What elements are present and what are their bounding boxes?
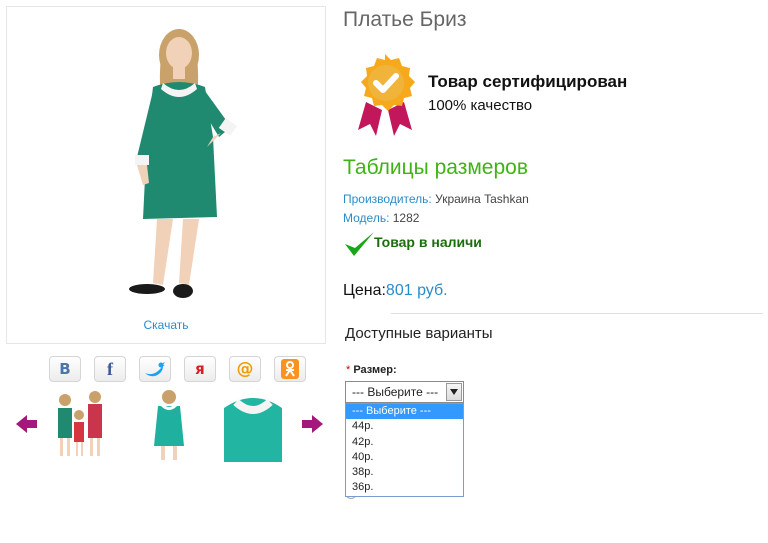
manufacturer-label[interactable]: Производитель: — [343, 192, 432, 206]
price-label: Цена: — [343, 282, 386, 299]
dress-model-image — [129, 29, 238, 298]
size-option[interactable]: 38р. — [346, 465, 463, 480]
size-option[interactable]: 44р. — [346, 419, 463, 434]
yaru-share-button[interactable]: я — [184, 356, 216, 382]
stock-status: Товар в наличи — [374, 234, 482, 250]
facebook-icon: f — [107, 358, 113, 379]
thumbs-next-arrow-icon[interactable] — [301, 412, 325, 436]
size-dropdown-list: --- Выберите --- 44р. 42р. 40р. 38р. 36р… — [345, 403, 464, 497]
size-label-text: Размер: — [353, 364, 397, 376]
size-option[interactable]: 40р. — [346, 450, 463, 465]
size-select-value: --- Выберите --- — [352, 385, 439, 399]
vk-icon: В — [59, 360, 71, 378]
product-main-image[interactable]: Скачать — [6, 6, 326, 344]
required-mark: * — [346, 364, 351, 376]
model-value: 1282 — [392, 211, 420, 225]
size-table-link[interactable]: Таблицы размеров — [343, 156, 528, 180]
manufacturer-value: Украина Tashkan — [435, 192, 529, 206]
model-label: Модель: — [343, 211, 390, 225]
size-option[interactable]: 42р. — [346, 435, 463, 450]
mailru-icon: @ — [236, 359, 254, 379]
size-select[interactable]: --- Выберите --- — [345, 381, 464, 403]
chevron-down-icon[interactable] — [446, 383, 462, 401]
manufacturer-row: Производитель: Украина Tashkan — [343, 192, 529, 206]
certificate-badge-icon — [352, 52, 418, 143]
model-row: Модель: 1282 — [343, 211, 419, 225]
twitter-icon — [145, 362, 165, 377]
size-label: * Размер: — [346, 364, 397, 376]
thumbnail-group-photo[interactable] — [52, 388, 110, 462]
price-value: 801 руб. — [385, 282, 448, 299]
download-link[interactable]: Скачать — [7, 318, 325, 332]
product-title: Платье Бриз — [343, 8, 467, 31]
certificate-title: Товар сертифицирован — [428, 72, 628, 91]
checkmark-icon — [343, 230, 375, 263]
vk-share-button[interactable]: В — [49, 356, 81, 382]
odnoklassniki-icon — [281, 359, 299, 379]
options-title: Доступные варианты — [345, 325, 493, 342]
price-row: Цена:801 руб. — [343, 282, 448, 300]
certificate-subtitle: 100% качество — [428, 97, 533, 114]
thumbnail-dress-front[interactable] — [140, 388, 198, 462]
odnoklassniki-share-button[interactable] — [274, 356, 306, 382]
mailru-share-button[interactable]: @ — [229, 356, 261, 382]
facebook-share-button[interactable]: f — [94, 356, 126, 382]
twitter-share-button[interactable] — [139, 356, 171, 382]
size-option[interactable]: --- Выберите --- — [346, 404, 463, 420]
divider — [391, 313, 763, 314]
yaru-icon: я — [195, 360, 205, 378]
thumbnail-dress-detail[interactable] — [224, 388, 282, 462]
size-option[interactable]: 36р. — [346, 480, 463, 495]
thumbs-prev-arrow-icon[interactable] — [14, 412, 38, 436]
